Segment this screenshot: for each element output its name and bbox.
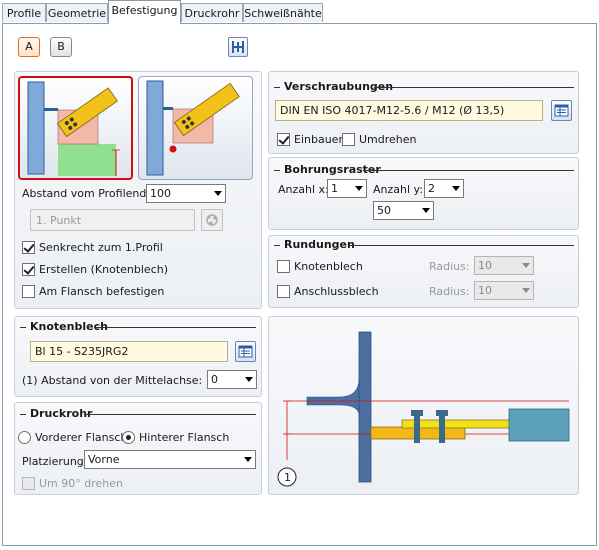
- abstand-label: Abstand vom Profilende:: [22, 187, 157, 200]
- bolt-catalog-button[interactable]: [551, 100, 572, 121]
- chevron-down-icon: [522, 288, 530, 293]
- catalog-icon: [554, 104, 569, 117]
- einbauen-label: Einbauen: [294, 133, 346, 146]
- axis-connection-icon: [146, 80, 240, 176]
- tab-druckrohr[interactable]: Druckrohr: [181, 3, 243, 22]
- platzierung-label: Platzierung:: [22, 455, 88, 468]
- knotenblech-catalog-button[interactable]: [235, 341, 256, 362]
- knotenblech-value: Bl 15 - S235JRG2: [35, 345, 129, 358]
- abstand-raster-value: 50: [377, 204, 391, 217]
- connection-type-2-thumbnail[interactable]: [138, 76, 253, 180]
- am-flansch-checkbox[interactable]: [22, 285, 35, 298]
- anzahl-y-label: Anzahl y:: [373, 183, 423, 196]
- vorderer-flansch-radio[interactable]: [18, 431, 31, 444]
- am-flansch-label: Am Flansch befestigen: [39, 285, 165, 298]
- radius-label: Radius:: [429, 285, 470, 298]
- anzahl-x-label: Anzahl x:: [278, 183, 329, 196]
- first-point-button[interactable]: 1. Punkt: [30, 209, 195, 231]
- catalog-icon: [238, 345, 253, 358]
- abstand-select[interactable]: 100: [146, 184, 226, 203]
- knotenblech-field[interactable]: Bl 15 - S235JRG2: [30, 341, 228, 362]
- mittelachse-value: 0: [211, 373, 218, 386]
- tab-profile[interactable]: Profile: [2, 3, 46, 22]
- abstand-raster-select[interactable]: 50: [373, 201, 434, 220]
- anschlussblech-rundung-label: Anschlussblech: [294, 285, 379, 298]
- um90-label: Um 90° drehen: [39, 477, 123, 490]
- first-point-label: 1. Punkt: [36, 214, 82, 227]
- knotenblech-radius-value: 10: [478, 259, 492, 272]
- knotenblech-rundung-label: Knotenblech: [294, 260, 363, 273]
- connection-type-1-thumbnail[interactable]: [18, 76, 133, 180]
- chevron-down-icon: [522, 263, 530, 268]
- connection-diagram-icon: [277, 331, 570, 487]
- bolt-field[interactable]: DIN EN ISO 4017-M12-5.6 / M12 (Ø 13,5): [275, 100, 543, 121]
- mirror-button[interactable]: [228, 37, 248, 57]
- pick-point-icon: [206, 214, 218, 226]
- senkrecht-label: Senkrecht zum 1.Profil: [39, 241, 163, 254]
- chevron-down-icon: [244, 457, 252, 462]
- abstand-value: 100: [150, 187, 171, 200]
- hinterer-flansch-radio[interactable]: [122, 431, 135, 444]
- anzahl-x-value: 1: [331, 182, 338, 195]
- hinterer-flansch-label: Hinterer Flansch: [139, 431, 230, 444]
- erstellen-label: Erstellen (Knotenblech): [39, 263, 169, 276]
- connection-preview: 1: [269, 317, 578, 494]
- chevron-down-icon: [355, 186, 363, 191]
- knotenblech-radius-select[interactable]: 10: [474, 256, 534, 275]
- anschlussblech-radius-value: 10: [478, 284, 492, 297]
- chevron-down-icon: [422, 208, 430, 213]
- anschlussblech-radius-select[interactable]: 10: [474, 281, 534, 300]
- tab-schweissnaehte[interactable]: Schweißnähte: [243, 3, 323, 22]
- pick-point-button[interactable]: [201, 209, 223, 231]
- chevron-down-icon: [214, 191, 222, 196]
- mittelachse-select[interactable]: 0: [207, 370, 257, 389]
- umdrehen-checkbox[interactable]: [342, 133, 355, 146]
- platzierung-value: Vorne: [88, 453, 120, 466]
- mittelachse-label: (1) Abstand von der Mittelachse:: [22, 374, 203, 387]
- vorderer-flansch-label: Vorderer Flansch: [35, 431, 128, 444]
- variant-b-button[interactable]: B: [50, 37, 72, 57]
- diagram-marker-1: 1: [284, 471, 291, 484]
- anzahl-x-select[interactable]: 1: [327, 179, 367, 198]
- knotenblech-rundung-checkbox[interactable]: [277, 260, 290, 273]
- anzahl-y-value: 2: [428, 182, 435, 195]
- bolt-value: DIN EN ISO 4017-M12-5.6 / M12 (Ø 13,5): [280, 104, 505, 117]
- senkrecht-checkbox[interactable]: [22, 241, 35, 254]
- mirror-icon: [232, 41, 244, 53]
- platzierung-select[interactable]: Vorne: [84, 450, 256, 469]
- chevron-down-icon: [245, 377, 253, 382]
- umdrehen-label: Umdrehen: [359, 133, 417, 146]
- einbauen-checkbox[interactable]: [277, 133, 290, 146]
- end-connection-icon: [27, 81, 120, 176]
- anschlussblech-rundung-checkbox[interactable]: [277, 285, 290, 298]
- um90-checkbox[interactable]: [22, 477, 35, 490]
- anzahl-y-select[interactable]: 2: [424, 179, 464, 198]
- chevron-down-icon: [452, 186, 460, 191]
- tab-befestigung[interactable]: Befestigung: [108, 0, 181, 24]
- radius-label: Radius:: [429, 260, 470, 273]
- erstellen-checkbox[interactable]: [22, 263, 35, 276]
- rundungen-title: Rundungen: [284, 238, 355, 251]
- tab-geometrie[interactable]: Geometrie: [46, 3, 108, 22]
- variant-a-button[interactable]: A: [18, 37, 40, 57]
